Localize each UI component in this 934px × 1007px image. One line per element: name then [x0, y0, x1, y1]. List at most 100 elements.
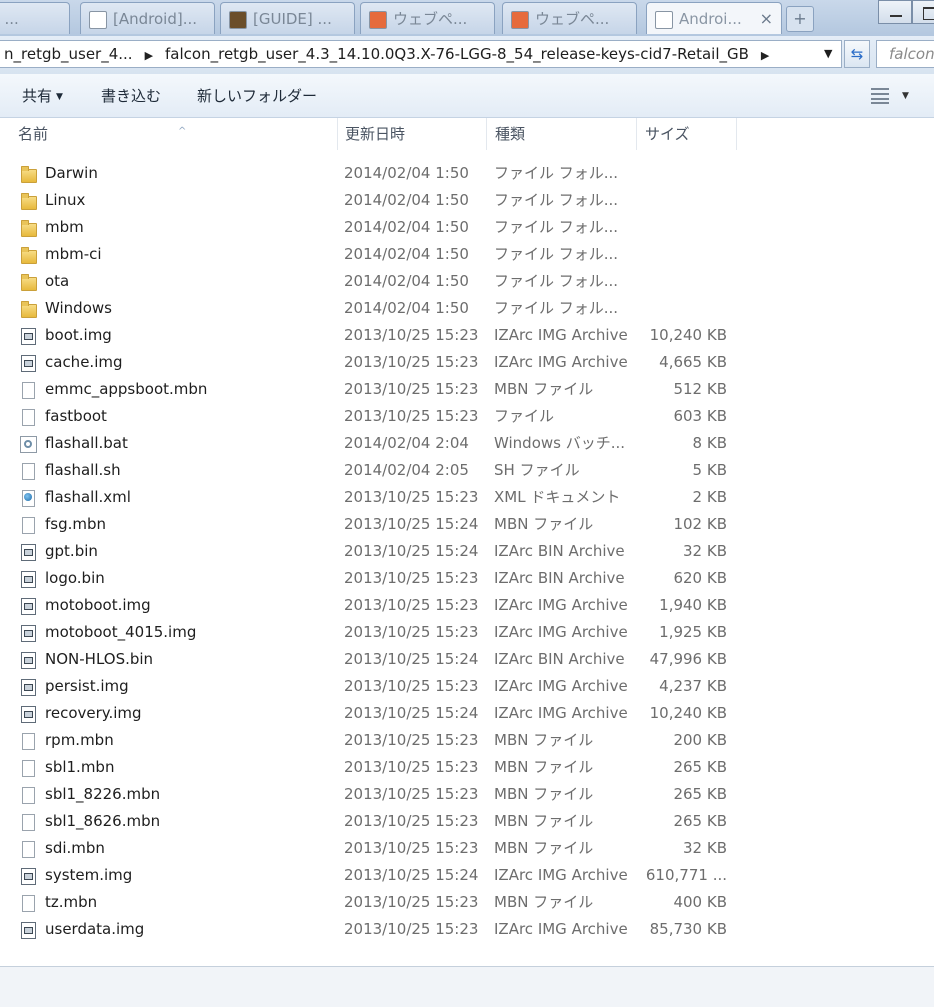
- file-row[interactable]: boot.img 2013/10/25 15:23 IZArc IMG Archiv…: [0, 322, 934, 349]
- file-type: ファイル フォル...: [494, 164, 619, 182]
- file-row[interactable]: userdata.img 2013/10/25 15:23 IZArc IMG Ar…: [0, 916, 934, 943]
- archive-icon: [20, 678, 36, 696]
- file-type: Windows バッチ...: [494, 434, 626, 452]
- file-modified-date: 2013/10/25 15:23: [344, 785, 479, 803]
- file-row[interactable]: ota 2014/02/04 1:50 ファイル フォル...: [0, 268, 934, 295]
- column-header-size[interactable]: サイズ: [637, 118, 737, 150]
- file-type: MBN ファイル: [494, 758, 594, 776]
- file-modified-date: 2014/02/04 1:50: [344, 164, 469, 182]
- file-row[interactable]: fastboot 2013/10/25 15:23 ファイル 603 KB: [0, 403, 934, 430]
- file-row[interactable]: persist.img 2013/10/25 15:23 IZArc IMG Arc…: [0, 673, 934, 700]
- file-row[interactable]: logo.bin 2013/10/25 15:23 IZArc BIN Archiv…: [0, 565, 934, 592]
- new-folder-button[interactable]: 新しいフォルダー: [197, 74, 317, 118]
- address-bar: n_retgb_user_4... ▶ falcon_retgb_user_4.3_…: [0, 36, 934, 74]
- minimize-button[interactable]: [878, 0, 912, 24]
- browser-tab[interactable]: roid ...: [0, 2, 70, 34]
- file-name: fsg.mbn: [45, 515, 107, 533]
- file-icon: [20, 408, 36, 426]
- file-name: Darwin: [45, 164, 98, 182]
- file-row[interactable]: Windows 2014/02/04 1:50 ファイル フォル...: [0, 295, 934, 322]
- folder-icon: [20, 219, 37, 237]
- file-row[interactable]: rpm.mbn 2013/10/25 15:23 MBN ファイル 200 KB: [0, 727, 934, 754]
- file-name: flashall.sh: [45, 461, 121, 479]
- file-type: ファイル フォル...: [494, 299, 619, 317]
- file-row[interactable]: flashall.bat 2014/02/04 2:04 Windows バッチ..…: [0, 430, 934, 457]
- file-row[interactable]: fsg.mbn 2013/10/25 15:24 MBN ファイル 102 KB: [0, 511, 934, 538]
- file-icon: [20, 462, 36, 480]
- details-pane: [0, 966, 934, 1007]
- file-icon: [20, 813, 36, 831]
- maximize-button[interactable]: [912, 0, 934, 24]
- browser-tab[interactable]: ウェブペ...: [502, 2, 637, 34]
- breadcrumb[interactable]: n_retgb_user_4... ▶ falcon_retgb_user_4.3_…: [0, 40, 842, 68]
- file-row[interactable]: flashall.xml 2013/10/25 15:23 XML ドキュメント 2 …: [0, 484, 934, 511]
- address-history-dropdown-icon[interactable]: ▼: [824, 41, 832, 67]
- share-menu-button[interactable]: 共有 ▼: [22, 74, 63, 118]
- file-row[interactable]: sbl1.mbn 2013/10/25 15:23 MBN ファイル 265 KB: [0, 754, 934, 781]
- file-modified-date: 2013/10/25 15:23: [344, 677, 479, 695]
- column-header-row: 名前 ^ 更新日時 種類 サイズ: [0, 118, 934, 150]
- column-header-type[interactable]: 種類: [487, 118, 637, 150]
- file-icon: [20, 381, 36, 399]
- close-tab-icon[interactable]: ×: [760, 3, 773, 34]
- file-name: flashall.bat: [45, 434, 128, 452]
- file-modified-date: 2013/10/25 15:23: [344, 893, 479, 911]
- tab-label: Androi...: [679, 10, 742, 28]
- file-type: MBN ファイル: [494, 893, 594, 911]
- breadcrumb-separator-icon[interactable]: ▶: [753, 43, 777, 67]
- column-label: 名前: [18, 125, 49, 143]
- file-modified-date: 2013/10/25 15:23: [344, 731, 479, 749]
- view-options-icon[interactable]: [871, 88, 889, 104]
- file-row[interactable]: gpt.bin 2013/10/25 15:24 IZArc BIN Archive…: [0, 538, 934, 565]
- search-input[interactable]: falcon_: [876, 40, 934, 68]
- breadcrumb-parent[interactable]: n_retgb_user_4...: [0, 41, 137, 67]
- file-type: MBN ファイル: [494, 785, 594, 803]
- file-row[interactable]: Darwin 2014/02/04 1:50 ファイル フォル...: [0, 160, 934, 187]
- file-row[interactable]: sdi.mbn 2013/10/25 15:23 MBN ファイル 32 KB: [0, 835, 934, 862]
- file-name: fastboot: [45, 407, 107, 425]
- file-size: 102 KB: [673, 515, 727, 533]
- file-type: IZArc IMG Archive: [494, 677, 628, 695]
- file-row[interactable]: motoboot_4015.img 2013/10/25 15:23 IZArc I…: [0, 619, 934, 646]
- file-row[interactable]: system.img 2013/10/25 15:24 IZArc IMG Arch…: [0, 862, 934, 889]
- file-size: 200 KB: [673, 731, 727, 749]
- file-row[interactable]: mbm-ci 2014/02/04 1:50 ファイル フォル...: [0, 241, 934, 268]
- file-row[interactable]: motoboot.img 2013/10/25 15:23 IZArc IMG Ar…: [0, 592, 934, 619]
- refresh-button[interactable]: ⇆: [844, 40, 870, 68]
- file-row[interactable]: sbl1_8226.mbn 2013/10/25 15:23 MBN ファイル 265…: [0, 781, 934, 808]
- file-modified-date: 2013/10/25 15:23: [344, 326, 479, 344]
- file-name: emmc_appsboot.mbn: [45, 380, 208, 398]
- column-header-name[interactable]: 名前 ^: [10, 118, 338, 150]
- tab-label: ウェブペ...: [393, 10, 468, 28]
- view-options-dropdown-icon[interactable]: ▼: [902, 74, 909, 118]
- file-name: tz.mbn: [45, 893, 98, 911]
- folder-icon: [20, 192, 37, 210]
- file-row[interactable]: emmc_appsboot.mbn 2013/10/25 15:23 MBN ファイ…: [0, 376, 934, 403]
- file-type: MBN ファイル: [494, 839, 594, 857]
- file-row[interactable]: Linux 2014/02/04 1:50 ファイル フォル...: [0, 187, 934, 214]
- file-row[interactable]: flashall.sh 2014/02/04 2:05 SH ファイル 5 KB: [0, 457, 934, 484]
- browser-tab[interactable]: Androi... ×: [646, 2, 782, 34]
- file-row[interactable]: NON-HLOS.bin 2013/10/25 15:24 IZArc BIN Ar…: [0, 646, 934, 673]
- browser-tab[interactable]: ウェブペ...: [360, 2, 495, 34]
- archive-icon: [20, 327, 36, 345]
- tab-favicon-icon: [229, 10, 247, 29]
- file-row[interactable]: sbl1_8626.mbn 2013/10/25 15:23 MBN ファイル 265…: [0, 808, 934, 835]
- file-size: 47,996 KB: [649, 650, 727, 668]
- file-modified-date: 2013/10/25 15:24: [344, 866, 479, 884]
- browser-tab[interactable]: [Android]...: [80, 2, 215, 34]
- file-name: boot.img: [45, 326, 112, 344]
- file-row[interactable]: cache.img 2013/10/25 15:23 IZArc IMG Archi…: [0, 349, 934, 376]
- burn-button[interactable]: 書き込む: [101, 74, 161, 118]
- breadcrumb-separator-icon[interactable]: ▶: [137, 43, 161, 67]
- file-row[interactable]: mbm 2014/02/04 1:50 ファイル フォル...: [0, 214, 934, 241]
- file-modified-date: 2014/02/04 2:05: [344, 461, 469, 479]
- file-name: gpt.bin: [45, 542, 98, 560]
- new-tab-button[interactable]: +: [786, 6, 814, 32]
- file-modified-date: 2013/10/25 15:24: [344, 515, 479, 533]
- file-row[interactable]: recovery.img 2013/10/25 15:24 IZArc IMG Ar…: [0, 700, 934, 727]
- file-row[interactable]: tz.mbn 2013/10/25 15:23 MBN ファイル 400 KB: [0, 889, 934, 916]
- browser-tab[interactable]: [GUIDE] ...: [220, 2, 355, 34]
- column-header-date[interactable]: 更新日時: [337, 118, 487, 150]
- breadcrumb-current[interactable]: falcon_retgb_user_4.3_14.10.0Q3.X-76-LGG…: [161, 41, 753, 67]
